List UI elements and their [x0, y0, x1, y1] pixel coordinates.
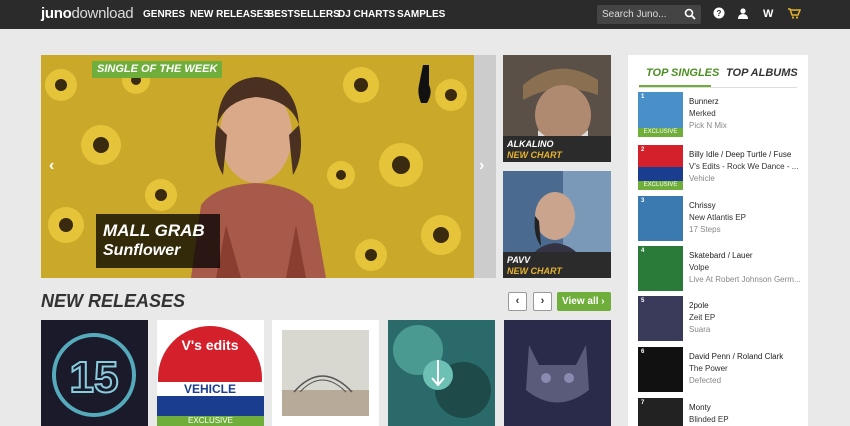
nav-dj-charts[interactable]: DJ CHARTS	[338, 9, 395, 20]
item-title[interactable]: New Atlantis EP	[689, 213, 746, 222]
release-tile[interactable]	[388, 320, 495, 426]
rank-number: 6	[641, 349, 645, 355]
release-cover: 15	[41, 320, 148, 426]
list-item[interactable]: 2 EXCLUSIVE Billy Idle / Deep Turtle / F…	[638, 145, 803, 193]
thumb-stripe	[638, 167, 683, 181]
rank-number: 7	[641, 400, 645, 406]
hero-next-strip	[474, 55, 496, 278]
release-tile[interactable]	[504, 320, 611, 426]
list-item[interactable]: 4 Skatebard / Lauer Volpe Live At Robert…	[638, 246, 803, 294]
release-thumbnail: 3	[638, 196, 683, 241]
nav-bestsellers[interactable]: BESTSELLERS	[267, 9, 340, 20]
item-title[interactable]: Zeit EP	[689, 313, 715, 322]
rank-number: 2	[641, 147, 645, 153]
hero-banner[interactable]: SINGLE OF THE WEEK MALL GRAB Sunflower ‹…	[41, 55, 496, 278]
hero-title: Sunflower	[103, 242, 181, 259]
releases-next-button[interactable]: ›	[533, 292, 552, 311]
logo[interactable]: junodownload	[41, 5, 134, 22]
search-input[interactable]: Search Juno...	[597, 5, 701, 24]
item-label[interactable]: Live At Robert Johnson Germ...	[689, 275, 801, 284]
release-thumbnail: 1 EXCLUSIVE	[638, 92, 683, 137]
list-item[interactable]: 6 David Penn / Roland Clark The Power De…	[638, 347, 803, 395]
item-artist[interactable]: Skatebard / Lauer	[689, 251, 753, 260]
item-label[interactable]: Suara	[689, 325, 710, 334]
chart-subtitle: NEW CHART	[507, 150, 562, 160]
release-thumbnail: 2 EXCLUSIVE	[638, 145, 683, 190]
exclusive-badge: EXCLUSIVE	[638, 181, 683, 190]
nav-samples[interactable]: SAMPLES	[397, 9, 445, 20]
svg-text:?: ?	[717, 9, 722, 18]
releases-prev-button[interactable]: ‹	[508, 292, 527, 311]
item-title[interactable]: Merked	[689, 109, 716, 118]
chart-name: PAVV	[507, 255, 531, 265]
user-icon[interactable]	[737, 7, 749, 19]
item-artist[interactable]: 2pole	[689, 301, 709, 310]
release-tile[interactable]: 15	[41, 320, 148, 426]
chart-caption: PAVV NEW CHART	[503, 252, 611, 278]
new-releases-heading: NEW RELEASES	[41, 291, 186, 311]
chart-name: ALKALINO	[507, 139, 554, 149]
release-cover	[504, 320, 611, 426]
nav-genres[interactable]: GENRES	[143, 9, 185, 20]
item-artist[interactable]: Monty	[689, 403, 711, 412]
item-label[interactable]: 17 Steps	[689, 225, 721, 234]
item-title[interactable]: Blinded EP	[689, 415, 729, 424]
basket-icon[interactable]	[787, 7, 801, 19]
item-artist[interactable]: Billy Idle / Deep Turtle / Fuse	[689, 150, 791, 159]
svg-text:V's edits: V's edits	[181, 337, 238, 353]
hero-artist: MALL GRAB	[103, 221, 205, 240]
tab-top-albums[interactable]: TOP ALBUMS	[726, 67, 798, 79]
exclusive-badge: EXCLUSIVE	[157, 416, 264, 426]
list-item[interactable]: 1 EXCLUSIVE Bunnerz Merked Pick N Mix	[638, 92, 803, 140]
svg-text:VEHICLE: VEHICLE	[184, 382, 236, 396]
release-thumbnail: 6	[638, 347, 683, 392]
top-charts-panel: TOP SINGLES TOP ALBUMS 1 EXCLUSIVE Bunne…	[628, 55, 808, 426]
release-thumbnail: 7	[638, 398, 683, 426]
rank-number: 4	[641, 248, 645, 254]
list-item[interactable]: 3 Chrissy New Atlantis EP 17 Steps	[638, 196, 803, 244]
chart-subtitle: NEW CHART	[507, 266, 562, 276]
rank-number: 1	[641, 94, 645, 100]
hero-caption[interactable]: MALL GRAB Sunflower	[96, 214, 220, 268]
tab-top-singles[interactable]: TOP SINGLES	[646, 67, 719, 79]
release-cover	[272, 320, 379, 426]
wishlist-icon[interactable]: W	[763, 8, 773, 20]
release-tile[interactable]: V's edits VEHICLE EXCLUSIVE	[157, 320, 264, 426]
hero-prev-button[interactable]: ‹	[49, 157, 54, 175]
top-bar: junodownload GENRES NEW RELEASES BESTSEL…	[0, 0, 850, 29]
release-tile[interactable]	[272, 320, 379, 426]
item-title[interactable]: Volpe	[689, 263, 709, 272]
item-label[interactable]: Defected	[689, 376, 721, 385]
rank-number: 5	[641, 298, 645, 304]
list-item[interactable]: 7 Monty Blinded EP	[638, 398, 803, 426]
item-label[interactable]: Pick N Mix	[689, 121, 727, 130]
item-artist[interactable]: Chrissy	[689, 201, 716, 210]
view-all-button[interactable]: View all ›	[557, 292, 611, 311]
item-artist[interactable]: David Penn / Roland Clark	[689, 352, 783, 361]
nav-new-releases[interactable]: NEW RELEASES	[190, 9, 270, 20]
exclusive-badge: EXCLUSIVE	[638, 128, 683, 137]
help-icon[interactable]: ?	[713, 7, 725, 19]
svg-text:15: 15	[70, 353, 119, 402]
item-artist[interactable]: Bunnerz	[689, 97, 719, 106]
single-of-the-week-badge: SINGLE OF THE WEEK	[92, 61, 223, 78]
search-icon[interactable]	[684, 8, 696, 20]
divider	[639, 87, 797, 88]
chart-card-pavv[interactable]: PAVV NEW CHART	[503, 171, 611, 278]
list-item[interactable]: 5 2pole Zeit EP Suara	[638, 296, 803, 344]
rank-number: 3	[641, 198, 645, 204]
search-placeholder: Search Juno...	[602, 9, 667, 20]
release-cover: V's edits VEHICLE	[157, 320, 264, 426]
item-title[interactable]: V's Edits - Rock We Dance - ...	[689, 162, 798, 171]
release-thumbnail: 5	[638, 296, 683, 341]
hero-next-button[interactable]: ›	[479, 157, 484, 175]
item-title[interactable]: The Power	[689, 364, 728, 373]
item-label[interactable]: Vehicle	[689, 174, 715, 183]
chart-caption: ALKALINO NEW CHART	[503, 136, 611, 162]
release-cover	[388, 320, 495, 426]
chart-card-alkalino[interactable]: ALKALINO NEW CHART	[503, 55, 611, 162]
release-thumbnail: 4	[638, 246, 683, 291]
